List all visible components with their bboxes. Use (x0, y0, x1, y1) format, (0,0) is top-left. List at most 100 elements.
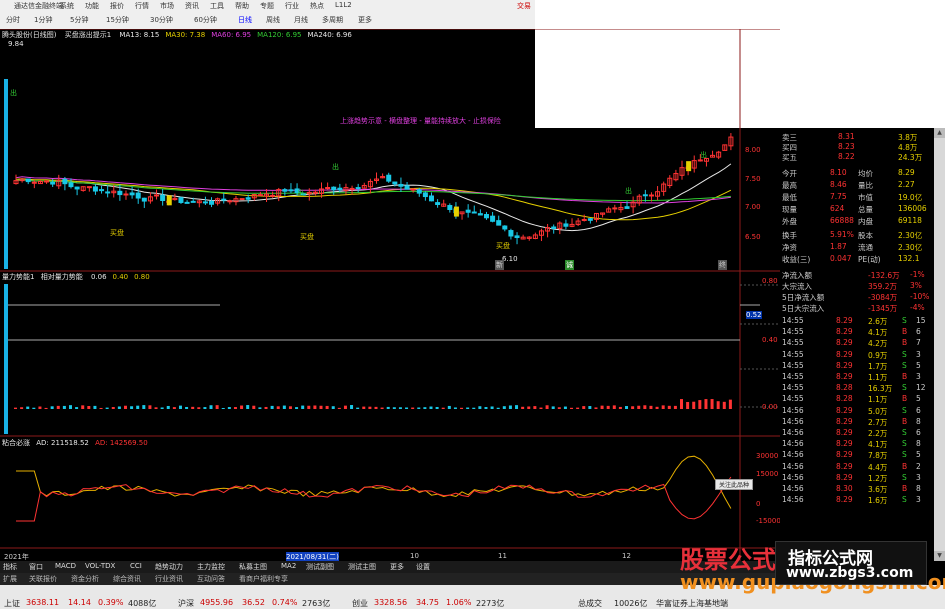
volume-bar (710, 399, 714, 409)
flow-row: 净流入额 -132.6万 -1% (780, 270, 945, 281)
extension-tab[interactable]: 资金分析 (71, 574, 99, 584)
volume-bar (637, 405, 641, 409)
extension-tab[interactable]: 行业资讯 (155, 574, 183, 584)
indicator-tab[interactable]: 私募主图 (239, 562, 267, 572)
volume-bar (472, 407, 476, 409)
scroll-up-icon[interactable]: ▲ (934, 128, 945, 138)
volume-bar (246, 405, 250, 409)
volume-bar (270, 405, 274, 409)
period-tab[interactable]: 5分钟 (70, 15, 88, 25)
menu-item[interactable]: 报价 (110, 1, 124, 11)
volume-bar (728, 399, 732, 409)
extension-tab[interactable]: 关联报价 (29, 574, 57, 584)
tick-price: 8.29 (836, 327, 853, 337)
volume-bar (14, 407, 17, 409)
indicator-tab[interactable]: 窗口 (29, 562, 43, 572)
volume-bar (62, 405, 66, 409)
extension-tab[interactable]: 综合资讯 (113, 574, 141, 584)
stat-row: 收益(三) 0.047 PE(动) 132.1 (780, 254, 945, 265)
tick-direction: B (902, 372, 908, 381)
menu-item[interactable]: L1L2 (335, 1, 352, 9)
indicator-tab[interactable]: 测试主图 (348, 562, 376, 572)
candle (325, 187, 331, 190)
tick-time: 14:56 (782, 461, 804, 471)
period-tab[interactable]: 1分钟 (34, 15, 52, 25)
volume-bar (325, 405, 329, 409)
menu-item[interactable]: 市场 (160, 1, 174, 11)
volume-bar (209, 405, 213, 409)
volume-bar (26, 406, 30, 409)
tick-direction: S (902, 349, 907, 359)
indicator-tab[interactable]: VOL-TDX (85, 562, 115, 570)
extension-tab[interactable]: 互动问答 (197, 574, 225, 584)
tick-row: 14:56 8.29 4.1万 S 8 (780, 439, 945, 450)
candle (44, 180, 50, 183)
menu-item[interactable]: 资讯 (185, 1, 199, 11)
tick-time: 14:55 (782, 338, 804, 348)
scroll-down-icon[interactable]: ▼ (934, 551, 945, 561)
period-tab[interactable]: 60分钟 (194, 15, 217, 25)
indicator-tabs: 指标 窗口 MACD VOL-TDX CCI 趋势动力 主力监控 私募主图 MA2 测试副图 测试主… (0, 561, 780, 573)
volume-bar (460, 407, 464, 409)
menu-item[interactable]: 工具 (210, 1, 224, 11)
stat-label: 收益(三) (782, 255, 811, 264)
chart-area[interactable] (0, 29, 780, 561)
stock-name[interactable]: 腾头股份(日线图) (2, 31, 56, 39)
tick-volume: 5.0万 (868, 406, 888, 416)
tick-row: 14:55 8.28 1.1万 B 5 (780, 394, 945, 405)
candle (86, 186, 92, 189)
sub2-title[interactable]: 粘合必涨 (2, 439, 30, 447)
volume-bar (221, 407, 225, 409)
scrollbar[interactable]: ▲ ▼ (934, 128, 945, 561)
quote-panel: 卖三 8.31 3.8万 买四 8.23 4.8万 买五 8.22 24.3万 今开 8.10 均价 8… (780, 128, 945, 561)
sub1-title[interactable]: 量力势能1 (2, 273, 34, 281)
period-tab[interactable]: 月线 (294, 15, 308, 25)
volume-bar (166, 405, 170, 409)
period-tab[interactable]: 周线 (266, 15, 280, 25)
signal-marker: 出 (700, 151, 707, 159)
indicator-tab[interactable]: MA2 (281, 562, 296, 570)
menu-bar: 系统 功能 报价 行情 市场 资讯 工具 帮助 专题 行业 热点 L1L2 (0, 0, 535, 11)
indicator-tab[interactable]: 更多 (390, 562, 404, 572)
period-tab[interactable]: 15分钟 (106, 15, 129, 25)
ma-label: MA13: 8.15 (119, 31, 160, 39)
period-tab[interactable]: 分时 (6, 15, 20, 25)
volume-bar (68, 405, 72, 409)
indicator-tab[interactable]: 测试副图 (306, 562, 334, 572)
indicator-name[interactable]: 买盘涨出提示1 (65, 31, 111, 39)
menu-item[interactable]: 系统 (60, 1, 74, 11)
period-tab[interactable]: 更多 (358, 15, 372, 25)
period-tab[interactable]: 日线 (238, 15, 252, 25)
stat-label: 最低 (782, 193, 797, 202)
stat-label: 现量 (782, 205, 797, 214)
period-tab[interactable]: 多周期 (322, 15, 343, 25)
volume-bar (606, 405, 610, 409)
menu-item[interactable]: 专题 (260, 1, 274, 11)
indicator-tab[interactable]: 趋势动力 (155, 562, 183, 572)
menu-item[interactable]: 功能 (85, 1, 99, 11)
candle (428, 195, 434, 202)
menu-item[interactable]: 帮助 (235, 1, 249, 11)
indicator-tab[interactable]: 指标 (3, 562, 17, 572)
stat-label: 净资 (782, 243, 797, 252)
candle (642, 194, 648, 197)
quote-volume: 24.3万 (898, 153, 923, 162)
tick-volume: 1.7万 (868, 361, 888, 371)
tick-price: 8.29 (836, 372, 853, 381)
menu-item[interactable]: 行情 (135, 1, 149, 11)
menu-item[interactable]: 行业 (285, 1, 299, 11)
indicator-tab[interactable]: MACD (55, 562, 76, 570)
indicator-tab[interactable]: 设置 (416, 562, 430, 572)
candle (74, 186, 80, 190)
tick-row: 14:55 8.29 4.2万 B 7 (780, 338, 945, 349)
menu-item[interactable]: 热点 (310, 1, 324, 11)
sub1-axis-label: 0.80 (762, 277, 778, 285)
indicator-tab[interactable]: 主力监控 (197, 562, 225, 572)
tick-price: 8.29 (836, 338, 853, 348)
tick-volume: 4.1万 (868, 440, 888, 450)
period-tab[interactable]: 30分钟 (150, 15, 173, 25)
extension-tab[interactable]: 看商户福利专享 (239, 574, 288, 584)
extension-tab[interactable]: 扩展 (3, 574, 17, 584)
indicator-tab[interactable]: CCI (130, 562, 142, 570)
ma-label: MA30: 7.38 (165, 31, 206, 39)
